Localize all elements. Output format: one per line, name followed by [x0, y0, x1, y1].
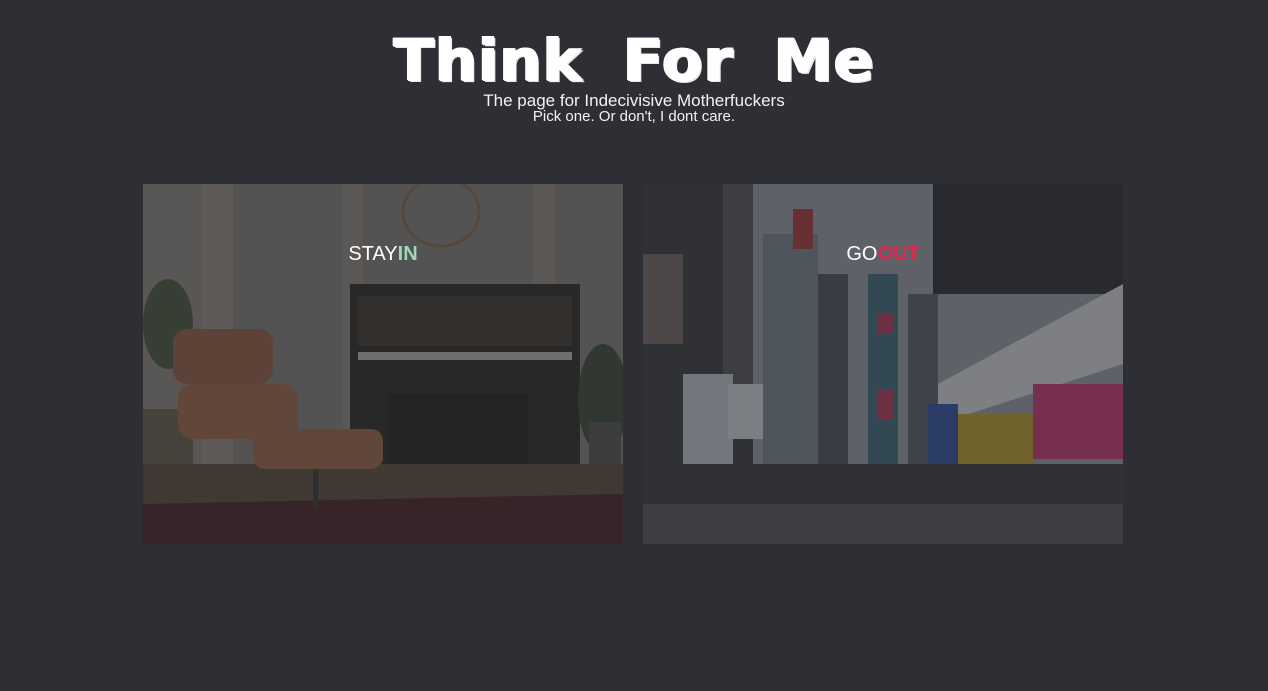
go-accent: OUT	[877, 243, 920, 265]
stay-in-card[interactable]: STAYIN	[143, 184, 623, 544]
stay-prefix: STAY	[348, 243, 398, 265]
subtagline: Pick one. Or don't, I dont care.	[532, 108, 736, 125]
stay-accent: IN	[397, 243, 418, 265]
stay-in-label[interactable]: STAYIN	[143, 242, 623, 266]
card-overlay	[143, 184, 623, 544]
go-out-label[interactable]: GOOUT	[643, 242, 1123, 266]
go-prefix: GO	[846, 243, 878, 265]
site-title: Think For Me	[393, 26, 875, 94]
card-overlay	[643, 184, 1123, 544]
go-out-card[interactable]: GOOUT	[643, 184, 1123, 544]
